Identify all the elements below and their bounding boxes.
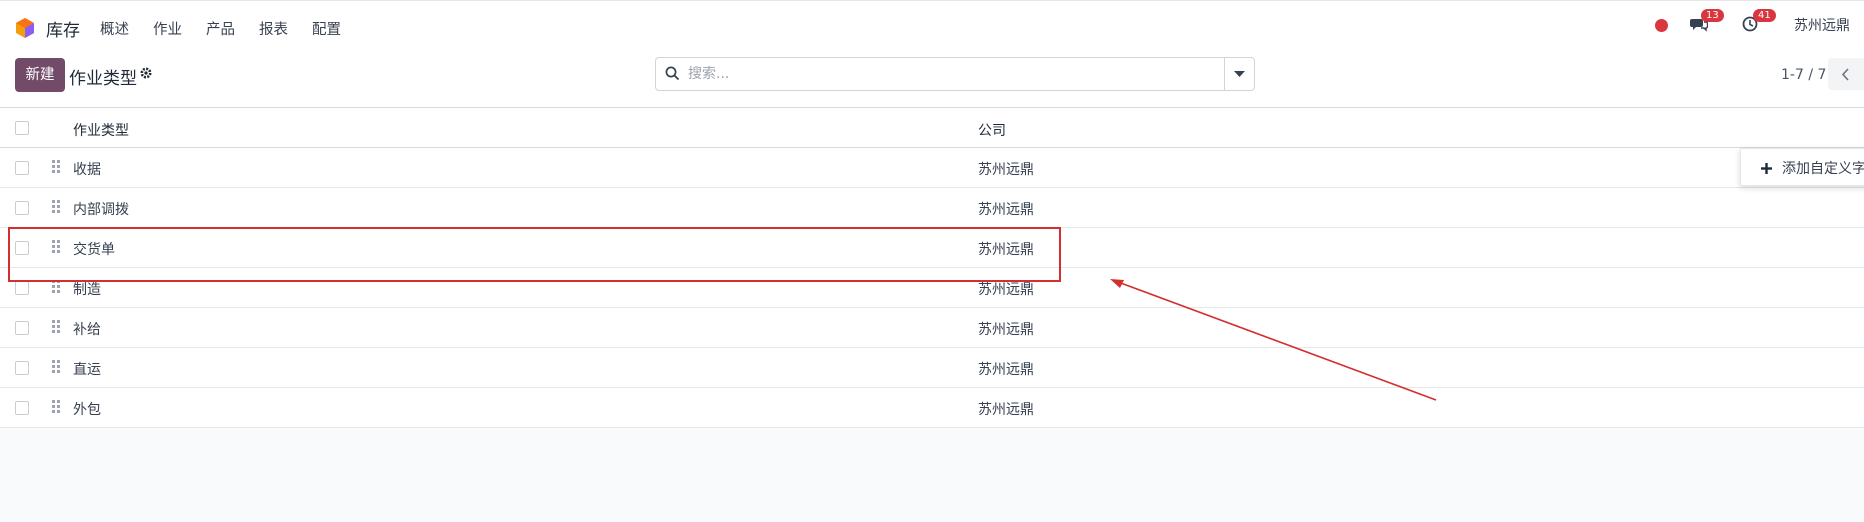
app-name[interactable]: 库存 bbox=[46, 16, 80, 41]
cell-company: 苏州远鼎 bbox=[978, 162, 1034, 178]
drag-handle-icon[interactable] bbox=[52, 200, 61, 214]
row-checkbox[interactable] bbox=[15, 161, 29, 175]
drag-handle-icon[interactable] bbox=[52, 320, 61, 334]
cell-operation-type: 内部调拨 bbox=[73, 202, 129, 218]
table-row[interactable]: 内部调拨 苏州远鼎 bbox=[0, 188, 1864, 228]
pager-value[interactable]: 1-7 / 7 bbox=[1781, 67, 1826, 83]
new-button[interactable]: 新建 bbox=[15, 58, 65, 92]
row-checkbox[interactable] bbox=[15, 241, 29, 255]
inventory-app-icon[interactable] bbox=[14, 17, 36, 39]
main-menu: 概述 作业 产品 报表 配置 bbox=[100, 18, 365, 39]
gear-icon[interactable] bbox=[140, 67, 152, 79]
table-row[interactable]: 外包 苏州远鼎 bbox=[0, 388, 1864, 428]
search-options-toggle[interactable] bbox=[1224, 58, 1254, 90]
column-header-company[interactable]: 公司 bbox=[978, 120, 1006, 140]
menu-item-configuration[interactable]: 配置 bbox=[312, 18, 341, 39]
drag-handle-icon[interactable] bbox=[52, 280, 61, 294]
search-input[interactable] bbox=[688, 64, 1188, 84]
drag-handle-icon[interactable] bbox=[52, 360, 61, 374]
row-checkbox[interactable] bbox=[15, 361, 29, 375]
add-custom-field-item[interactable]: 添加自定义字 bbox=[1761, 158, 1864, 178]
menu-item-overview[interactable]: 概述 bbox=[100, 18, 129, 39]
table-row[interactable]: 制造 苏州远鼎 bbox=[0, 268, 1864, 308]
navbar-systray: 13 41 苏州远鼎 bbox=[1655, 9, 1850, 35]
status-dot-icon[interactable] bbox=[1655, 18, 1668, 32]
add-custom-field-label: 添加自定义字 bbox=[1782, 161, 1864, 177]
table-row[interactable]: 交货单 苏州远鼎 bbox=[0, 228, 1864, 268]
cell-company: 苏州远鼎 bbox=[978, 362, 1034, 378]
cell-company: 苏州远鼎 bbox=[978, 242, 1034, 258]
cell-company: 苏州远鼎 bbox=[978, 282, 1034, 298]
pager-previous-button[interactable] bbox=[1828, 58, 1864, 90]
search-bar bbox=[655, 57, 1255, 91]
cell-company: 苏州远鼎 bbox=[978, 322, 1034, 338]
menu-item-operations[interactable]: 作业 bbox=[153, 18, 182, 39]
table-row[interactable]: 补给 苏州远鼎 bbox=[0, 308, 1864, 348]
cell-operation-type: 交货单 bbox=[73, 242, 115, 258]
row-checkbox[interactable] bbox=[15, 321, 29, 335]
caret-down-icon bbox=[1234, 71, 1245, 77]
company-switcher[interactable]: 苏州远鼎 bbox=[1794, 15, 1850, 35]
select-all-checkbox[interactable] bbox=[15, 121, 29, 135]
menu-item-products[interactable]: 产品 bbox=[206, 18, 235, 39]
top-navbar: 库存 概述 作业 产品 报表 配置 13 41 苏州远鼎 bbox=[0, 0, 1864, 54]
cell-operation-type: 补给 bbox=[73, 322, 101, 338]
optional-columns-dropdown: 添加自定义字 bbox=[1740, 148, 1864, 186]
search-icon bbox=[665, 66, 680, 81]
menu-item-reporting[interactable]: 报表 bbox=[259, 18, 288, 39]
plus-icon bbox=[1761, 162, 1772, 174]
row-checkbox[interactable] bbox=[15, 281, 29, 295]
messages-button[interactable]: 13 bbox=[1690, 9, 1724, 35]
activities-badge: 41 bbox=[1753, 9, 1776, 22]
cell-operation-type: 外包 bbox=[73, 402, 101, 418]
control-panel: 新建 作业类型 1-7 / 7 bbox=[0, 54, 1864, 108]
table-row[interactable]: 收据 苏州远鼎 bbox=[0, 148, 1864, 188]
cell-operation-type: 收据 bbox=[73, 162, 101, 178]
row-checkbox[interactable] bbox=[15, 401, 29, 415]
row-checkbox[interactable] bbox=[15, 201, 29, 215]
cell-operation-type: 制造 bbox=[73, 282, 101, 298]
page-title[interactable]: 作业类型 bbox=[69, 64, 137, 89]
table-header-row: 作业类型 公司 bbox=[0, 107, 1864, 148]
cell-company: 苏州远鼎 bbox=[978, 402, 1034, 418]
activities-button[interactable]: 41 bbox=[1742, 9, 1776, 35]
drag-handle-icon[interactable] bbox=[52, 240, 61, 254]
table-row[interactable]: 直运 苏州远鼎 bbox=[0, 348, 1864, 388]
column-header-operation-type[interactable]: 作业类型 bbox=[73, 120, 129, 140]
messages-badge: 13 bbox=[1701, 9, 1724, 22]
chevron-left-icon bbox=[1841, 68, 1849, 81]
cell-operation-type: 直运 bbox=[73, 362, 101, 378]
drag-handle-icon[interactable] bbox=[52, 160, 61, 174]
drag-handle-icon[interactable] bbox=[52, 400, 61, 414]
cell-company: 苏州远鼎 bbox=[978, 202, 1034, 218]
operation-types-table: 作业类型 公司 收据 苏州远鼎 内部调拨 苏州远鼎 交货单 苏州远鼎 制造 苏州远鼎 补给 苏州远… bbox=[0, 107, 1864, 428]
